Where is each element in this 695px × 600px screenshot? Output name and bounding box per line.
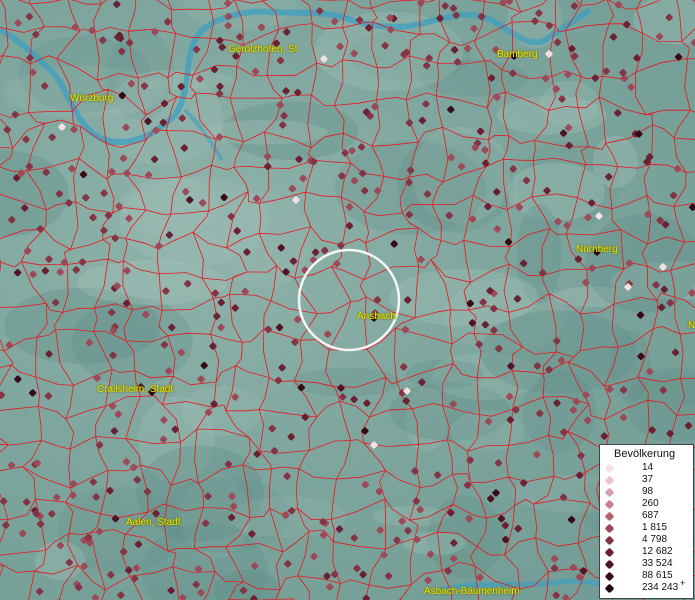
legend-swatch — [604, 583, 615, 594]
legend-plus-sign: + — [680, 578, 686, 588]
legend-label: 234 243 — [642, 582, 679, 593]
legend-swatch — [604, 475, 615, 486]
legend-row: 98 — [600, 486, 695, 498]
legend-label: 98 — [642, 486, 654, 497]
selection-circle — [297, 248, 401, 352]
legend-row: 1 815 — [600, 522, 695, 534]
legend-title: Bevölkerung — [614, 448, 676, 460]
city-label-gerolzhofen: Gerolzhofen, St — [228, 44, 298, 55]
map-view[interactable]: Würzburg Gerolzhofen, St Bamberg Nürnber… — [0, 0, 695, 600]
city-label-edge: N — [688, 320, 695, 331]
legend-label: 1 815 — [642, 522, 668, 533]
legend-label: 687 — [642, 510, 659, 521]
legend-label: 88 615 — [642, 570, 673, 581]
city-label-ansbach: Ansbach — [357, 311, 396, 322]
legend-row: 260 — [600, 498, 695, 510]
legend-label: 260 — [642, 498, 659, 509]
legend-label: 12 682 — [642, 546, 673, 557]
legend-row: 12 682 — [600, 546, 695, 558]
legend-swatch — [604, 463, 615, 474]
city-label-wuerzburg: Würzburg — [70, 93, 114, 104]
city-label-asbach: Asbach-Bäumenheim — [424, 586, 520, 597]
city-label-aalen: Aalen, Stadt — [126, 517, 181, 528]
legend-swatch — [604, 487, 615, 498]
legend-swatch — [604, 571, 615, 582]
legend-label: 4 798 — [642, 534, 668, 545]
legend-row: 33 524 — [600, 558, 695, 570]
legend-swatch — [604, 535, 615, 546]
legend-row: 37 — [600, 474, 695, 486]
population-legend: Bevölkerung 14 37 98 260 687 1 815 4 798… — [599, 444, 694, 599]
legend-swatch — [604, 559, 615, 570]
legend-swatch — [604, 499, 615, 510]
legend-row: 4 798 — [600, 534, 695, 546]
city-label-nuernberg: Nürnberg — [576, 244, 618, 255]
legend-row: 234 243 + — [600, 578, 695, 594]
legend-swatch — [604, 547, 615, 558]
legend-swatch — [604, 523, 615, 534]
city-label-crailsheim: Crailsheim, Stadt — [97, 384, 174, 395]
legend-label: 37 — [642, 474, 654, 485]
legend-row: 14 — [600, 462, 695, 474]
legend-label: 14 — [642, 462, 654, 473]
legend-row: 687 — [600, 510, 695, 522]
focus-circle-layer — [297, 248, 401, 352]
legend-swatch — [604, 511, 615, 522]
city-label-bamberg: Bamberg — [497, 49, 538, 60]
legend-label: 33 524 — [642, 558, 673, 569]
